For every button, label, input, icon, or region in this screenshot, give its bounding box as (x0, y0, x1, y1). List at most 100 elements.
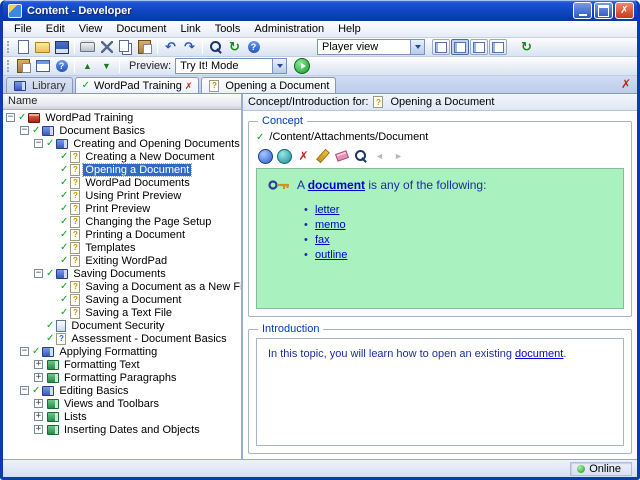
maximize-button[interactable] (594, 2, 613, 19)
minimize-button[interactable] (573, 2, 592, 19)
remove-link-icon[interactable] (295, 148, 312, 164)
tree-item-label[interactable]: Templates (83, 242, 137, 254)
tree-item-label[interactable]: Lists (62, 411, 89, 423)
plus-expander-icon[interactable] (34, 425, 43, 434)
tree-item-label[interactable]: Print Preview (83, 203, 152, 215)
document-link[interactable]: document (515, 348, 563, 360)
tree-item-label[interactable]: Document Basics (57, 125, 147, 137)
launch-preview-button[interactable] (293, 58, 311, 74)
preview-icon[interactable] (352, 148, 369, 164)
tab-wordpad-training[interactable]: WordPad Training (74, 77, 200, 93)
minus-expander-icon[interactable] (20, 347, 29, 356)
plus-expander-icon[interactable] (34, 360, 43, 369)
plus-expander-icon[interactable] (34, 412, 43, 421)
tree-item[interactable]: Printing a Document (3, 228, 241, 241)
open-folder-icon[interactable] (34, 39, 51, 55)
tree-item[interactable]: WordPad Training (3, 111, 241, 124)
concept-link[interactable]: outline (315, 249, 347, 261)
tree-item-label[interactable]: WordPad Documents (83, 177, 191, 189)
menu-tools[interactable]: Tools (208, 22, 248, 36)
move-up-icon[interactable] (79, 58, 96, 74)
hyperlink-icon[interactable] (276, 148, 293, 164)
tree-item-label[interactable]: Document Security (69, 320, 166, 332)
tree-item[interactable]: Saving a Text File (3, 306, 241, 319)
tree-item[interactable]: Editing Basics (3, 384, 241, 397)
tree-item[interactable]: Assessment - Document Basics (3, 332, 241, 345)
erase-icon[interactable] (333, 148, 350, 164)
close-button[interactable] (615, 2, 634, 19)
player-view-combo[interactable]: Player view (317, 39, 425, 55)
tree-item-label[interactable]: Exiting WordPad (83, 255, 169, 267)
undo-icon[interactable] (162, 39, 179, 55)
tree-item[interactable]: Document Security (3, 319, 241, 332)
refresh-icon[interactable] (226, 39, 243, 55)
menu-document[interactable]: Document (109, 22, 173, 36)
tree-item[interactable]: Saving a Document as a New File (3, 280, 241, 293)
tree-item[interactable]: Templates (3, 241, 241, 254)
save-icon[interactable] (53, 39, 70, 55)
redo-icon[interactable] (181, 39, 198, 55)
preview-mode-combo[interactable]: Try It! Mode (175, 58, 288, 74)
tree-item-label[interactable]: Applying Formatting (57, 346, 159, 358)
tree-item[interactable]: Saving Documents (3, 267, 241, 280)
menu-file[interactable]: File (7, 22, 39, 36)
tree-item[interactable]: Document Basics (3, 124, 241, 137)
concept-content[interactable]: A document is any of the following: lett… (256, 168, 624, 309)
tree-item[interactable]: Formatting Paragraphs (3, 371, 241, 384)
move-down-icon[interactable] (98, 58, 115, 74)
chevron-down-icon[interactable] (272, 59, 287, 73)
tree-item-label[interactable]: Views and Toolbars (62, 398, 161, 410)
layout-view-2-toggle[interactable] (451, 39, 469, 55)
help-icon[interactable] (53, 58, 70, 74)
tree-item[interactable]: Creating and Opening Documents (3, 137, 241, 150)
tree-item[interactable]: Saving a Document (3, 293, 241, 306)
pane-close-icon[interactable] (621, 77, 631, 91)
find-icon[interactable] (207, 39, 224, 55)
tree-item-label[interactable]: Inserting Dates and Objects (62, 424, 202, 436)
menu-help[interactable]: Help (331, 22, 368, 36)
tree-item-label[interactable]: Creating and Opening Documents (71, 138, 241, 150)
introduction-content[interactable]: In this topic, you will learn how to ope… (256, 338, 624, 446)
tab-library[interactable]: Library (6, 77, 73, 93)
toolbar-grip[interactable] (7, 41, 10, 53)
menu-edit[interactable]: Edit (39, 22, 72, 36)
edit-icon[interactable] (314, 148, 331, 164)
tree-item-label[interactable]: Saving a Document as a New File (83, 281, 241, 293)
layout-view-4-toggle[interactable] (489, 39, 507, 55)
tree-item[interactable]: Creating a New Document (3, 150, 241, 163)
window-layout-icon[interactable] (34, 58, 51, 74)
tree-column-header[interactable]: Name (3, 94, 241, 110)
layout-view-3-toggle[interactable] (470, 39, 488, 55)
tree-item[interactable]: Lists (3, 410, 241, 423)
layout-view-1-toggle[interactable] (432, 39, 450, 55)
menu-administration[interactable]: Administration (247, 22, 331, 36)
minus-expander-icon[interactable] (34, 139, 43, 148)
new-document-icon[interactable] (15, 39, 32, 55)
cut-icon[interactable] (98, 39, 115, 55)
tree-item[interactable]: Using Print Preview (3, 189, 241, 202)
tree-item[interactable]: Inserting Dates and Objects (3, 423, 241, 436)
tab-opening-a-document[interactable]: Opening a Document (201, 77, 337, 93)
tree-item-label[interactable]: Saving a Text File (83, 307, 174, 319)
tree-item-label[interactable]: Printing a Document (83, 229, 187, 241)
clipboard-icon[interactable] (15, 58, 32, 74)
tree-item-label[interactable]: Creating a New Document (83, 151, 216, 163)
print-icon[interactable] (79, 39, 96, 55)
copy-icon[interactable] (117, 39, 134, 55)
tree-item[interactable]: WordPad Documents (3, 176, 241, 189)
minus-expander-icon[interactable] (6, 113, 15, 122)
tree-item-label[interactable]: Using Print Preview (83, 190, 183, 202)
tree-item[interactable]: Changing the Page Setup (3, 215, 241, 228)
minus-expander-icon[interactable] (34, 269, 43, 278)
document-link[interactable]: document (308, 178, 365, 192)
tree-item-label[interactable]: Saving a Document (83, 294, 183, 306)
sync-icon[interactable] (518, 39, 535, 55)
tree-item-label[interactable]: Saving Documents (71, 268, 167, 280)
link-icon[interactable] (257, 148, 274, 164)
tree-item[interactable]: Exiting WordPad (3, 254, 241, 267)
tree-item[interactable]: Opening a Document (3, 162, 241, 177)
tree-item-label[interactable]: Editing Basics (57, 385, 130, 397)
tree-item-label[interactable]: Formatting Text (62, 359, 142, 371)
toolbar-grip[interactable] (7, 60, 10, 72)
plus-expander-icon[interactable] (34, 399, 43, 408)
